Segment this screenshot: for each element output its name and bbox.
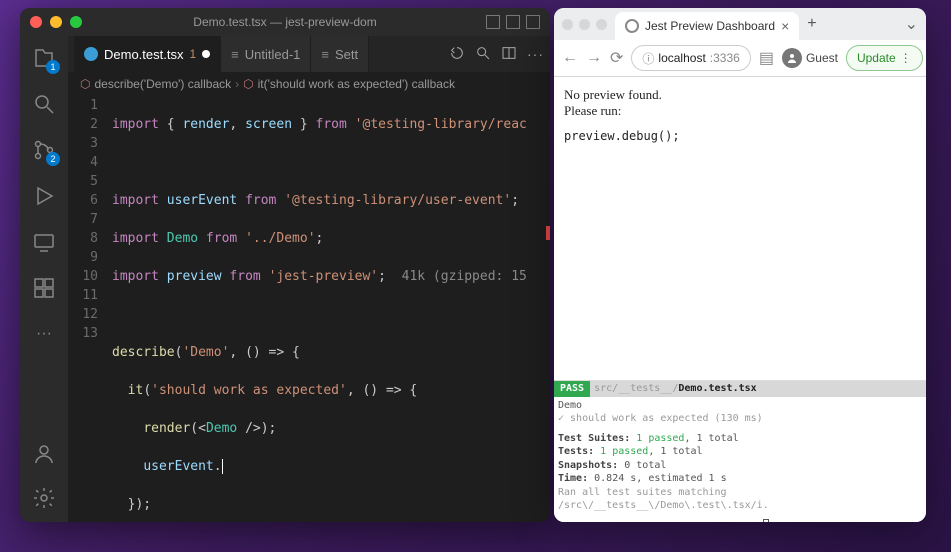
browser-toolbar: ← → ⟳ ⓘ localhost :3336 ▤ Guest Update ⋮ xyxy=(554,40,926,76)
tab-label: Sett xyxy=(335,47,358,62)
tab-demo-test[interactable]: Demo.test.tsx 1 xyxy=(74,36,221,72)
browser-window-controls xyxy=(562,19,607,30)
vscode-titlebar: Demo.test.tsx — jest-preview-dom xyxy=(20,8,550,36)
time-summary: Time: 0.824 s, estimated 1 s xyxy=(558,472,922,486)
more-icon[interactable]: ··· xyxy=(30,320,58,348)
profile-chip[interactable]: Guest xyxy=(782,48,838,68)
tab-title: Jest Preview Dashboard xyxy=(645,19,775,33)
favicon-icon xyxy=(625,19,639,33)
account-icon[interactable] xyxy=(30,440,58,468)
address-host: localhost xyxy=(658,51,705,65)
extensions-icon[interactable] xyxy=(30,274,58,302)
watch-usage-line: Watch Usage: Press w to show more. xyxy=(558,519,922,523)
snapshots-summary: Snapshots: 0 total xyxy=(558,459,922,473)
search-icon[interactable] xyxy=(30,90,58,118)
method-icon: ⬡ xyxy=(243,77,253,91)
editor-area: Demo.test.tsx 1 ≡ Untitled-1 ≡ Sett ··· xyxy=(68,36,550,522)
settings-gear-icon[interactable] xyxy=(30,484,58,512)
reload-button[interactable]: ⟳ xyxy=(610,48,623,68)
panel-left-icon[interactable] xyxy=(486,15,500,29)
source-control-icon[interactable]: 2 xyxy=(30,136,58,164)
close-window-button[interactable] xyxy=(562,19,573,30)
test-file-path: src/__tests__/Demo.test.tsx xyxy=(590,381,926,397)
profile-label: Guest xyxy=(806,51,838,65)
vscode-window: Demo.test.tsx — jest-preview-dom 1 2 xyxy=(20,8,550,522)
chevron-right-icon: › xyxy=(235,77,239,91)
tab-problem-count: 1 xyxy=(189,47,196,61)
reader-mode-icon[interactable]: ▤ xyxy=(759,48,774,68)
tab-dirty-indicator xyxy=(202,50,210,58)
kebab-icon: ⋮ xyxy=(900,51,912,65)
remote-icon[interactable] xyxy=(30,228,58,256)
address-port: :3336 xyxy=(710,51,740,65)
explorer-badge: 1 xyxy=(46,60,60,74)
file-icon: ≡ xyxy=(321,47,329,62)
site-info-icon[interactable]: ⓘ xyxy=(642,50,654,67)
maximize-window-button[interactable] xyxy=(70,16,82,28)
minimize-window-button[interactable] xyxy=(50,16,62,28)
run-debug-icon[interactable] xyxy=(30,182,58,210)
browser-tab[interactable]: Jest Preview Dashboard × xyxy=(615,12,799,40)
suite-name: Demo xyxy=(558,399,922,413)
panel-right-icon[interactable] xyxy=(526,15,540,29)
window-controls xyxy=(30,16,82,28)
explorer-icon[interactable]: 1 xyxy=(30,44,58,72)
maximize-window-button[interactable] xyxy=(596,19,607,30)
test-suites-summary: Test Suites: 1 passed, 1 total xyxy=(558,432,922,446)
tab-label: Untitled-1 xyxy=(245,47,301,62)
go-back-icon[interactable] xyxy=(449,45,465,64)
tests-summary: Tests: 1 passed, 1 total xyxy=(558,445,922,459)
code-editor[interactable]: 1 2 3 4 5 6 7 8 9 10 11 12 13 import { r… xyxy=(68,96,550,522)
breadcrumb[interactable]: ⬡ describe('Demo') callback › ⬡ it('shou… xyxy=(68,72,550,96)
tab-label: Demo.test.tsx xyxy=(104,47,183,62)
react-file-icon xyxy=(84,47,98,61)
avatar-icon xyxy=(782,48,802,68)
pass-badge: PASS xyxy=(554,381,590,397)
preview-message-line: No preview found. xyxy=(564,87,916,103)
line-gutter: 1 2 3 4 5 6 7 8 9 10 11 12 13 xyxy=(68,96,112,522)
minimize-window-button[interactable] xyxy=(579,19,590,30)
find-icon[interactable] xyxy=(475,45,491,64)
tab-settings[interactable]: ≡ Sett xyxy=(311,36,369,72)
back-button[interactable]: ← xyxy=(562,49,578,67)
layout-controls xyxy=(486,15,540,29)
file-icon: ≡ xyxy=(231,47,239,62)
forward-button[interactable]: → xyxy=(586,49,602,67)
terminal-cursor xyxy=(763,519,769,523)
close-tab-icon[interactable]: × xyxy=(781,18,789,34)
breadcrumb-part: it('should work as expected') callback xyxy=(258,77,455,91)
update-label: Update xyxy=(857,51,896,65)
terminal-panel[interactable]: PASS src/__tests__/Demo.test.tsx Demo ✓ … xyxy=(554,380,926,522)
code-content: import { render, screen } from '@testing… xyxy=(112,96,550,522)
method-icon: ⬡ xyxy=(80,77,90,91)
editor-tabs: Demo.test.tsx 1 ≡ Untitled-1 ≡ Sett ··· xyxy=(68,36,550,72)
preview-code-hint: preview.debug(); xyxy=(564,129,916,143)
new-tab-button[interactable]: + xyxy=(807,15,816,33)
text-cursor xyxy=(222,459,223,474)
panel-bottom-icon[interactable] xyxy=(506,15,520,29)
address-bar[interactable]: ⓘ localhost :3336 xyxy=(631,45,750,71)
window-title: Demo.test.tsx — jest-preview-dom xyxy=(193,15,376,29)
browser-chrome: Jest Preview Dashboard × + ⌄ ← → ⟳ ⓘ loc… xyxy=(554,8,926,77)
more-actions-icon[interactable]: ··· xyxy=(527,46,544,62)
ran-pattern-line: Ran all test suites matching /src\/__tes… xyxy=(558,486,922,513)
test-result-line: ✓ should work as expected (130 ms) xyxy=(558,412,922,426)
tab-untitled[interactable]: ≡ Untitled-1 xyxy=(221,36,311,72)
browser-window: Jest Preview Dashboard × + ⌄ ← → ⟳ ⓘ loc… xyxy=(554,8,926,522)
chevron-down-icon[interactable]: ⌄ xyxy=(905,14,918,34)
browser-viewport: No preview found. Please run: preview.de… xyxy=(554,77,926,380)
preview-message-line: Please run: xyxy=(564,103,916,119)
activity-bar: 1 2 ··· xyxy=(20,36,68,522)
split-editor-icon[interactable] xyxy=(501,45,517,64)
update-button[interactable]: Update ⋮ xyxy=(846,45,923,71)
breadcrumb-part: describe('Demo') callback xyxy=(94,77,231,91)
scm-badge: 2 xyxy=(46,152,60,166)
close-window-button[interactable] xyxy=(30,16,42,28)
overview-ruler-error xyxy=(546,226,550,240)
